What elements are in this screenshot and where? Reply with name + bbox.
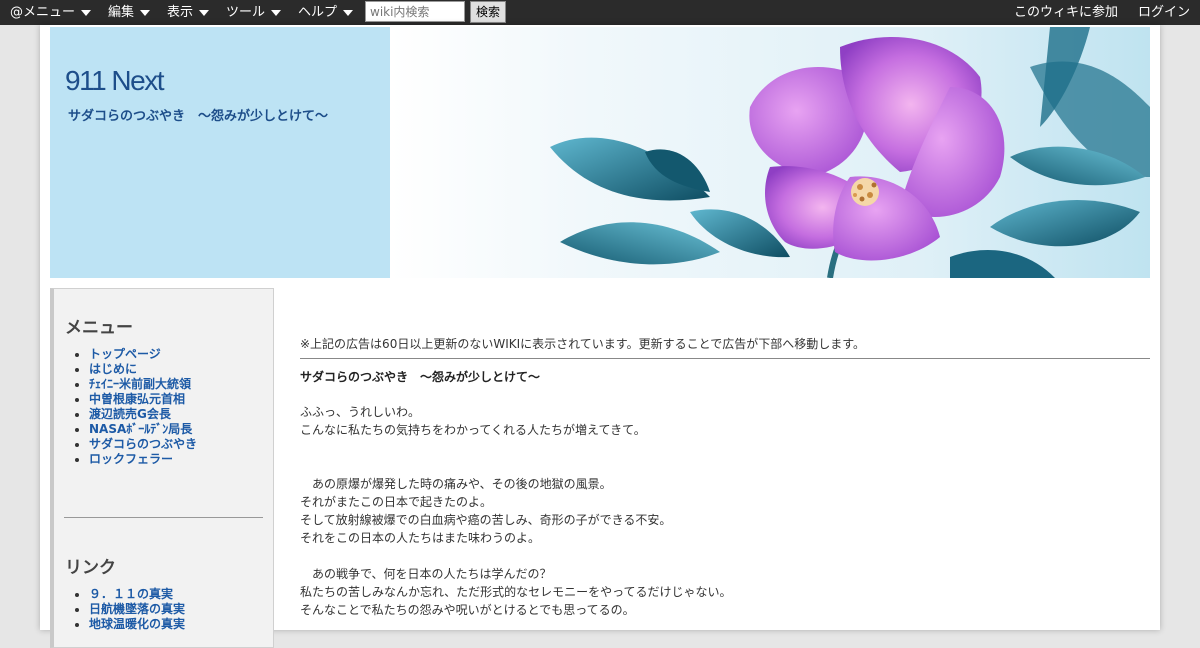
sidebar-item-link[interactable]: ロックフェラー	[89, 452, 173, 466]
sidebar-item-link[interactable]: はじめに	[89, 362, 137, 376]
sidebar-link-911: ９．１１の真実	[89, 587, 185, 602]
sidebar-menu-list: トップページ はじめに ﾁｪｲﾆｰ米前副大統領 中曽根康弘元首相 渡辺読売G会長…	[65, 347, 197, 467]
top-navigation-bar: @メニュー 編集 表示 ツール ヘルプ 検索 このウィキに参加 ログイン	[0, 0, 1200, 25]
wiki-search-input[interactable]	[365, 1, 465, 22]
sidebar-item-watanabe: 渡辺読売G会長	[89, 407, 197, 422]
body-line: あの戦争で、何を日本の人たちは学んだの？	[300, 567, 552, 581]
site-subtitle: サダコらのつぶやき ～怨みが少しとけて～	[68, 109, 329, 124]
chevron-down-icon	[81, 9, 92, 16]
sidebar-item-nakasone: 中曽根康弘元首相	[89, 392, 197, 407]
atmenu-label: @メニュー	[10, 5, 76, 20]
sidebar-item-link[interactable]: トップページ	[89, 347, 161, 361]
login-link[interactable]: ログイン	[1138, 0, 1190, 25]
edit-menu-label: 編集	[108, 5, 135, 20]
sidebar-item-link[interactable]: ﾁｪｲﾆｰ米前副大統領	[89, 377, 191, 391]
body-line: あの原爆が爆発した時の痛みや、その後の地獄の風景。	[300, 477, 612, 491]
join-wiki-link[interactable]: このウィキに参加	[1014, 0, 1118, 25]
tools-menu-label: ツール	[226, 5, 266, 20]
sidebar-item-top-page: トップページ	[89, 347, 197, 362]
sidebar-link[interactable]: 日航機墜落の真実	[89, 602, 185, 616]
sidebar-item-sadako: サダコらのつぶやき	[89, 437, 197, 452]
sidebar-links-heading: リンク	[65, 558, 116, 578]
body-line: 私たちの苦しみなんか忘れ、ただ形式的なセレモニーをやってるだけじゃない。	[300, 585, 732, 599]
sidebar-link-jal: 日航機墜落の真実	[89, 602, 185, 617]
help-menu-dropdown[interactable]: ヘルプ	[298, 0, 354, 25]
chevron-down-icon	[140, 9, 151, 16]
sidebar-divider	[64, 517, 263, 518]
body-line: そんなことで私たちの怨みや呪いがとけるとでも思ってるの。	[300, 603, 635, 617]
body-line: それをこの日本の人たちはまた味わうのよ。	[300, 531, 541, 545]
chevron-down-icon	[271, 9, 282, 16]
rose-header-image	[390, 27, 1150, 278]
header-title-panel: 911 Next サダコらのつぶやき ～怨みが少しとけて～	[50, 27, 390, 278]
tools-menu-dropdown[interactable]: ツール	[226, 0, 282, 25]
page-container: 911 Next サダコらのつぶやき ～怨みが少しとけて～ メニュー • トップ…	[40, 25, 1160, 648]
body-line: ふふっ、うれしいわ。	[300, 405, 421, 419]
sidebar-menu-heading: メニュー	[65, 318, 133, 338]
sidebar-item-hajimeni: はじめに	[89, 362, 197, 377]
body-line: こんなに私たちの気持ちをわかってくれる人たちが増えてきて。	[300, 423, 646, 437]
sidebar-item-cheney: ﾁｪｲﾆｰ米前副大統領	[89, 377, 197, 392]
sidebar-item-link[interactable]: NASAﾎﾞｰﾙﾃﾞﾝ局長	[89, 422, 192, 436]
sidebar: メニュー トップページ はじめに ﾁｪｲﾆｰ米前副大統領 中曽根康弘元首相 渡辺…	[50, 288, 274, 648]
site-title[interactable]: 911 Next	[65, 65, 165, 97]
site-header: 911 Next サダコらのつぶやき ～怨みが少しとけて～	[50, 27, 1150, 278]
content-divider	[300, 358, 1150, 359]
sidebar-item-link[interactable]: 渡辺読売G会長	[89, 407, 171, 421]
edit-menu-dropdown[interactable]: 編集	[108, 0, 151, 25]
search-button[interactable]: 検索	[470, 1, 506, 23]
sidebar-item-rockefeller: ロックフェラー	[89, 452, 197, 467]
post-title: サダコらのつぶやき ～怨みが少しとけて～	[300, 370, 541, 384]
chevron-down-icon	[199, 9, 210, 16]
view-menu-dropdown[interactable]: 表示	[167, 0, 210, 25]
chevron-down-icon	[343, 9, 354, 16]
sidebar-links-list: ９．１１の真実 日航機墜落の真実 地球温暖化の真実	[65, 587, 185, 632]
sidebar-link[interactable]: 地球温暖化の真実	[89, 617, 185, 631]
ad-notice: ※上記の広告は60日以上更新のないWIKIに表示されています。更新することで広告…	[300, 337, 866, 351]
view-menu-label: 表示	[167, 5, 194, 20]
sidebar-item-link[interactable]: サダコらのつぶやき	[89, 437, 197, 451]
help-menu-label: ヘルプ	[298, 5, 338, 20]
body-line: そして放射線被爆での白血病や癌の苦しみ、奇形の子ができる不安。	[300, 513, 672, 527]
sidebar-link[interactable]: ９．１１の真実	[89, 587, 173, 601]
sidebar-item-nasa-goldin: NASAﾎﾞｰﾙﾃﾞﾝ局長	[89, 422, 197, 437]
body-line: それがまたこの日本で起きたのよ。	[300, 495, 493, 509]
sidebar-item-link[interactable]: 中曽根康弘元首相	[89, 392, 185, 406]
atmenu-dropdown[interactable]: @メニュー	[10, 0, 92, 25]
